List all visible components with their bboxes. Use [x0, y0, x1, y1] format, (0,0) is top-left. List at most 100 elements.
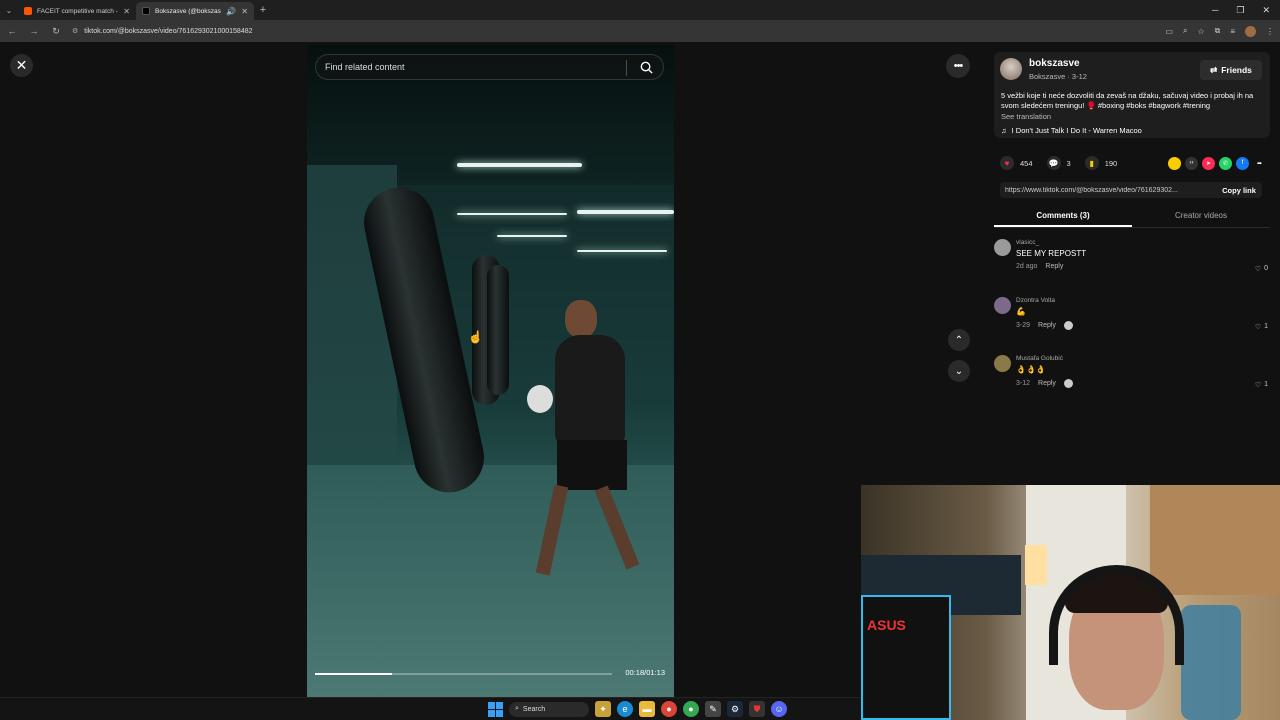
video-scene — [527, 385, 553, 413]
shield-icon[interactable]: ⛊ — [749, 701, 765, 717]
copy-link-button[interactable]: Copy link — [1216, 186, 1262, 195]
search-divider — [626, 60, 627, 76]
video-scene — [577, 210, 674, 214]
video-time: 00:18/01:13 — [625, 668, 665, 677]
post-caption: 5 vežbi koje ti neće dozvoliti da zevaš … — [1001, 91, 1254, 110]
chrome-icon[interactable]: ● — [661, 701, 677, 717]
bookmark-icon: ▮ — [1084, 156, 1099, 170]
browser-tab-faceit[interactable]: FACEIT competitive match - FA ✕ — [18, 2, 136, 20]
extensions-icon[interactable]: ⧉ — [1215, 26, 1221, 36]
music-link[interactable]: ♫ I Don't Just Talk I Do It - Warren Mac… — [1001, 126, 1142, 135]
video-scene — [557, 440, 627, 490]
commenter-name[interactable]: Mustafa Golubić — [1016, 355, 1063, 362]
toolbar-icons: ▭ ⌕ ☆ ⧉ ≡ ⋮ — [1165, 25, 1274, 37]
browser-tab-tiktok[interactable]: Bokszasve (@bokszasve) | Ti 🔊 ✕ — [136, 2, 254, 20]
steam-icon[interactable]: ⚙ — [727, 701, 743, 717]
find-related-search[interactable]: Find related content — [315, 54, 664, 80]
commenter-avatar[interactable] — [994, 355, 1011, 372]
video-progress-fill — [315, 673, 393, 675]
video-player[interactable]: Find related content ☝ 00:18/01:13 — [307, 45, 674, 697]
comment-action[interactable]: 💬 3 — [1046, 156, 1071, 170]
comment-like[interactable]: ♡ 1 — [1255, 323, 1268, 331]
address-bar: ← → ↻ ⚙ tiktok.com/@bokszasve/video/7616… — [0, 20, 1280, 42]
reply-button[interactable]: Reply — [1038, 380, 1056, 387]
music-title: I Don't Just Talk I Do It - Warren Macoo — [1011, 126, 1142, 135]
comment-like[interactable]: ♡ 1 — [1255, 381, 1268, 389]
video-scene — [565, 300, 597, 338]
close-tab-icon[interactable]: ✕ — [241, 7, 248, 16]
video-scene — [487, 265, 509, 395]
heart-outline-icon: ♡ — [1254, 382, 1262, 389]
notes-app-icon[interactable]: ✎ — [705, 701, 721, 717]
commenter-avatar[interactable] — [994, 297, 1011, 314]
zoom-icon[interactable]: ⌕ — [1183, 26, 1187, 36]
creator-liked-avatar — [1063, 379, 1073, 388]
send-to-friends-icon[interactable]: ➤ — [1202, 156, 1215, 170]
see-translation-link[interactable]: See translation — [1001, 112, 1051, 121]
search-icon[interactable] — [639, 60, 654, 75]
comment-like[interactable]: ♡ 0 — [1255, 265, 1268, 273]
like-action[interactable]: ♥ 454 — [1000, 156, 1033, 170]
comment-text: SEE MY REPOSTT — [1016, 249, 1087, 258]
windows-start-icon[interactable] — [488, 701, 503, 717]
reply-button[interactable]: Reply — [1045, 263, 1063, 270]
edge-icon[interactable]: e — [617, 701, 633, 717]
author-avatar[interactable] — [1000, 58, 1022, 80]
more-options-button[interactable]: ••• — [946, 54, 970, 78]
asus-logo-art: ASUS — [867, 617, 906, 633]
comment-like-count: 0 — [1264, 265, 1268, 272]
minimize-icon[interactable]: ─ — [1212, 5, 1218, 16]
back-icon[interactable]: ← — [6, 26, 18, 36]
previous-video-button[interactable]: ⌃ — [948, 329, 970, 351]
share-arrow-icon[interactable]: ➦ — [1253, 157, 1266, 170]
panel-tabs: Comments (3) Creator videos — [994, 206, 1270, 228]
game-app-icon[interactable]: ✦ — [595, 701, 611, 717]
tab-search-icon[interactable]: ⌄ — [0, 0, 18, 20]
close-window-icon[interactable]: ✕ — [1262, 5, 1270, 16]
restore-icon[interactable]: ❐ — [1236, 5, 1244, 16]
cast-icon[interactable]: ▭ — [1165, 27, 1173, 36]
commenter-name[interactable]: vlasicc_ — [1016, 239, 1039, 246]
embed-icon[interactable]: ‹› — [1185, 156, 1198, 170]
comment-date: 3-12 — [1016, 380, 1031, 387]
save-action[interactable]: ▮ 190 — [1084, 156, 1117, 170]
close-video-button[interactable]: ✕ — [10, 54, 33, 77]
speaker-icon[interactable]: 🔊 — [226, 7, 236, 16]
comment-date: 2d ago — [1016, 263, 1038, 270]
bookmark-star-icon[interactable]: ☆ — [1197, 27, 1204, 36]
commenter-avatar[interactable] — [994, 239, 1011, 256]
discord-icon[interactable]: ☺ — [771, 701, 787, 717]
video-progress-bar[interactable] — [315, 673, 612, 675]
friends-arrows-icon: ⇄ — [1210, 64, 1218, 75]
forward-icon[interactable]: → — [28, 26, 40, 36]
tab-comments[interactable]: Comments (3) — [994, 206, 1132, 227]
comment-meta: 3-29 Reply — [1016, 321, 1073, 330]
menu-icon[interactable]: ⋮ — [1266, 27, 1274, 36]
reload-icon[interactable]: ↻ — [50, 26, 62, 37]
chrome-alt-icon[interactable]: ● — [683, 701, 699, 717]
comment-meta: 2d ago Reply — [1016, 263, 1063, 270]
file-explorer-icon[interactable]: ▬ — [639, 701, 655, 717]
close-tab-icon[interactable]: ✕ — [123, 7, 130, 16]
video-link-text[interactable]: https://www.tiktok.com/@bokszasve/video/… — [1005, 187, 1216, 194]
repost-icon[interactable] — [1168, 156, 1181, 170]
profile-avatar[interactable] — [1245, 25, 1256, 37]
browser-tab-strip: ⌄ FACEIT competitive match - FA ✕ Boksza… — [0, 0, 1280, 20]
video-scene — [457, 213, 567, 215]
next-video-button[interactable]: ⌄ — [948, 360, 970, 382]
reply-button[interactable]: Reply — [1038, 322, 1056, 329]
author-display-date: Bokszasve · 3-12 — [1029, 72, 1087, 81]
whatsapp-icon[interactable]: ✆ — [1219, 156, 1232, 170]
author-username[interactable]: bokszasve — [1029, 58, 1080, 69]
media-icon[interactable]: ≡ — [1230, 27, 1235, 36]
webcam-scene — [1025, 545, 1047, 585]
friends-button[interactable]: ⇄ Friends — [1200, 60, 1262, 80]
commenter-name[interactable]: Dzontra Volta — [1016, 297, 1055, 304]
facebook-icon[interactable]: f — [1236, 156, 1249, 170]
site-info-icon[interactable]: ⚙ — [72, 27, 78, 35]
copy-link-row: https://www.tiktok.com/@bokszasve/video/… — [1000, 182, 1262, 198]
new-tab-button[interactable]: + — [254, 4, 272, 16]
tab-creator-videos[interactable]: Creator videos — [1132, 206, 1270, 227]
taskbar-search[interactable]: ⌕ Search — [509, 701, 589, 717]
url-field[interactable]: ⚙ tiktok.com/@bokszasve/video/7616293021… — [72, 23, 1155, 39]
